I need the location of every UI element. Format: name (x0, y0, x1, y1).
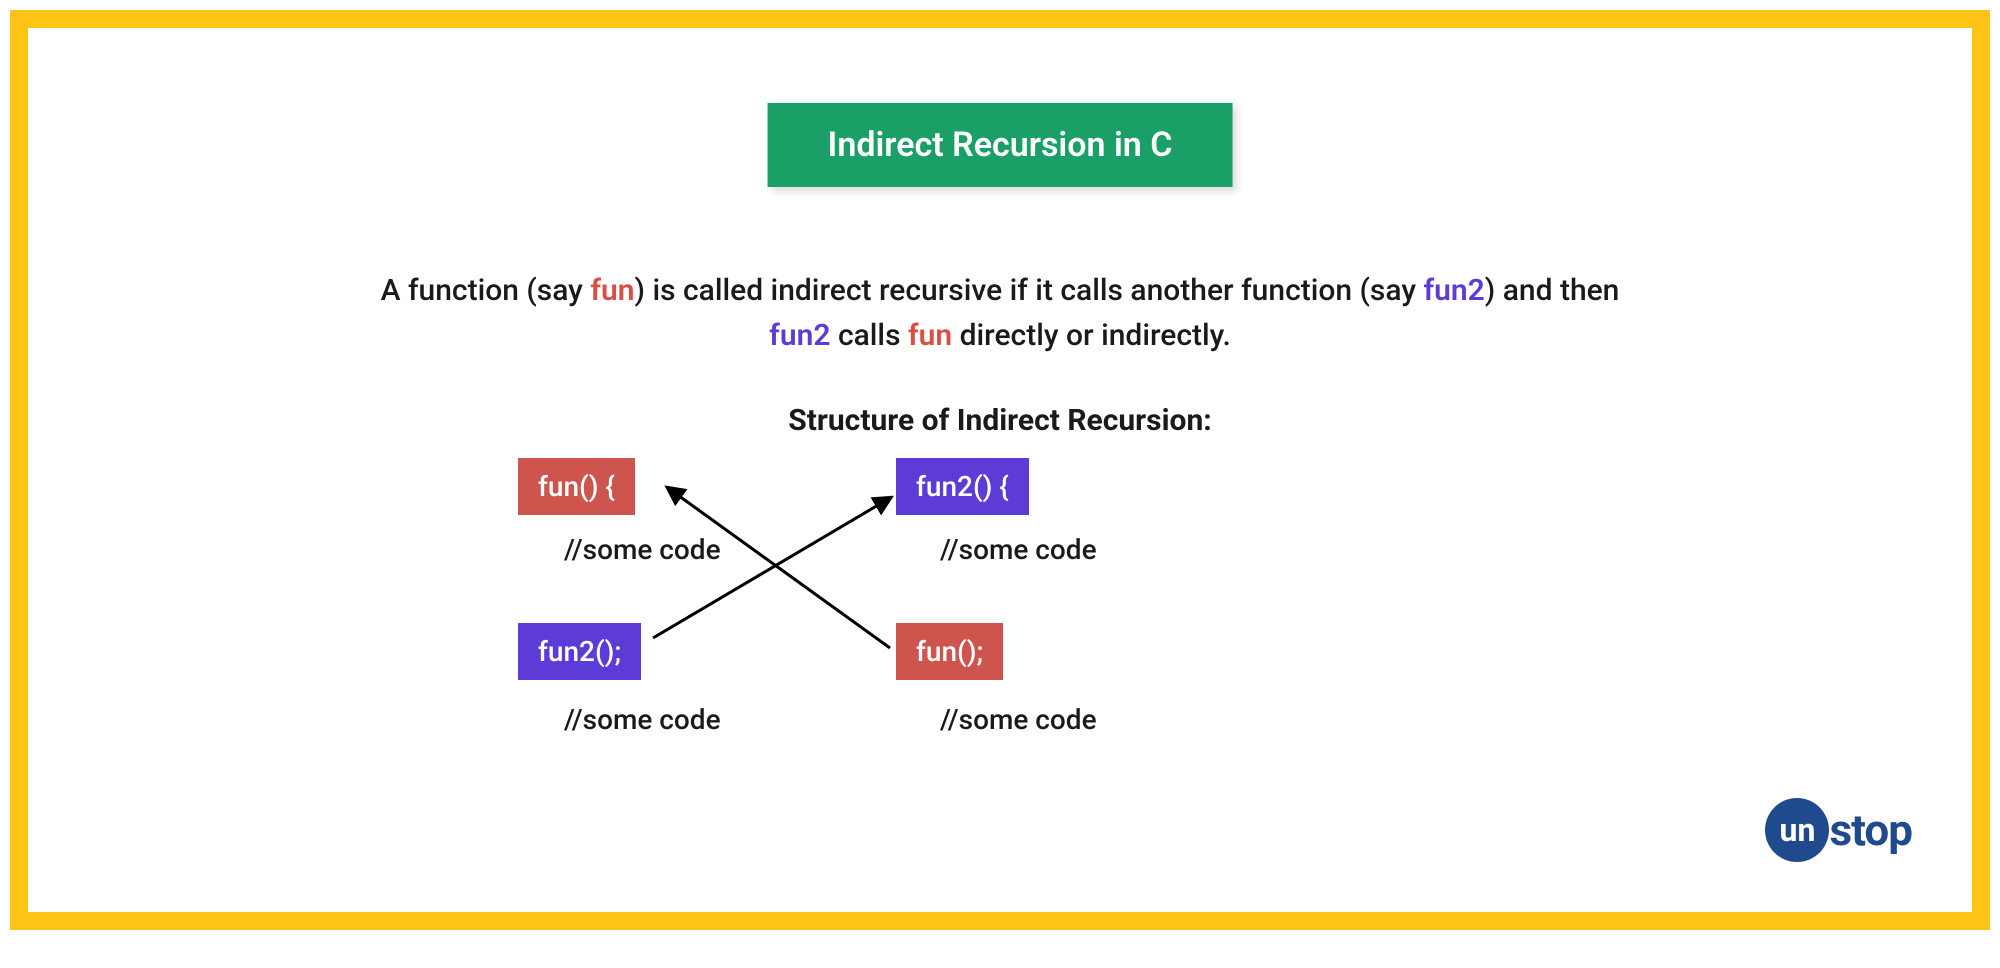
code-comment: //some code (940, 703, 1097, 736)
title-banner: Indirect Recursion in C (768, 103, 1233, 187)
logo-text: stop (1829, 804, 1912, 856)
desc-seg: ) and then (1485, 273, 1620, 308)
code-comment: //some code (564, 703, 721, 736)
diagram-frame: Indirect Recursion in C A function (say … (10, 10, 1990, 930)
arrow-fun2call-to-fun2decl (653, 498, 890, 638)
unstop-logo: un stop (1765, 798, 1912, 862)
code-comment: //some code (564, 533, 721, 566)
arrow-funcall-to-fundecl (668, 488, 890, 648)
fun-declaration-box: fun() { (518, 458, 635, 515)
desc-seg: directly or indirectly. (952, 318, 1231, 353)
logo-circle: un (1765, 798, 1829, 862)
desc-seg: ) is called indirect recursive if it cal… (635, 273, 1424, 308)
desc-seg: A function (say (381, 273, 591, 308)
fun-call-box: fun(); (896, 623, 1003, 680)
desc-seg: calls (830, 318, 907, 353)
structure-heading: Structure of Indirect Recursion: (788, 403, 1211, 438)
desc-fun2: fun2 (769, 318, 830, 353)
code-comment: //some code (940, 533, 1097, 566)
desc-fun2: fun2 (1423, 273, 1484, 308)
description-text: A function (say fun) is called indirect … (250, 268, 1750, 358)
fun2-call-box: fun2(); (518, 623, 641, 680)
fun2-declaration-box: fun2() { (896, 458, 1029, 515)
desc-fun: fun (590, 273, 634, 308)
desc-fun: fun (908, 318, 952, 353)
